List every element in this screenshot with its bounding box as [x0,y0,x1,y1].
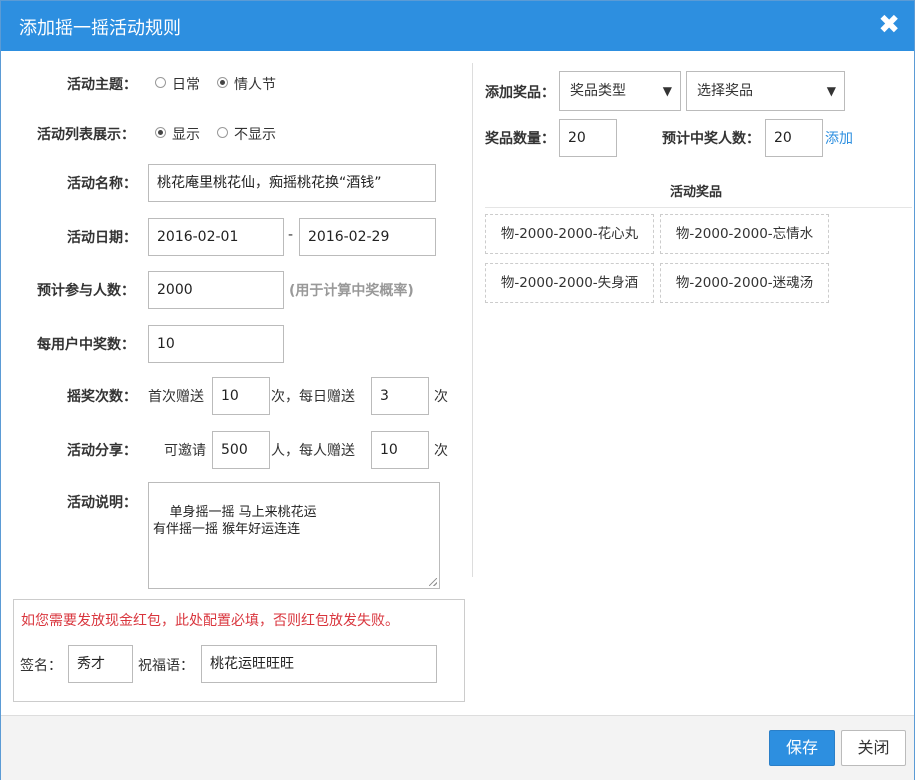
shake-first-input[interactable]: 10 [212,377,270,415]
participants-input[interactable]: 2000 [148,271,284,309]
name-label: 活动名称： [67,176,137,192]
shake-times-label: 摇奖次数： [67,389,137,405]
blessing-input[interactable]: 桃花运旺旺旺 [201,645,437,683]
signature-label: 签名： [20,658,62,674]
column-divider [472,63,473,577]
share-gift-input[interactable]: 10 [371,431,429,469]
participants-hint: (用于计算中奖概率) [289,283,414,299]
description-text: 单身摇一摇 马上来桃花运 有伴摇一摇 猴年好运连连 [153,505,317,537]
prize-type-select[interactable]: 奖品类型 ▼ [559,71,681,111]
per-user-wins-label: 每用户中奖数： [37,337,135,353]
prize-select[interactable]: 选择奖品 ▼ [686,71,845,111]
share-invite-input[interactable]: 500 [212,431,270,469]
prize-item[interactable]: 物-2000-2000-迷魂汤 [660,263,829,303]
prize-qty-label: 奖品数量： [485,131,555,147]
prizes-section-title: 活动奖品 [670,185,723,200]
save-button[interactable]: 保存 [769,730,835,766]
close-icon[interactable]: ✖ [878,10,900,40]
description-label: 活动说明： [67,495,137,511]
add-prize-label: 添加奖品： [485,85,555,101]
blessing-label: 祝福语： [138,658,194,674]
list-display-option-hide[interactable]: 不显示 [234,124,276,144]
theme-option-daily[interactable]: 日常 [172,74,200,94]
prize-item[interactable]: 物-2000-2000-花心丸 [485,214,654,254]
end-date-input[interactable]: 2016-02-29 [299,218,436,256]
list-display-radio-hide[interactable] [217,127,228,138]
theme-radio-daily[interactable] [155,77,166,88]
winners-input[interactable]: 20 [765,119,823,157]
prize-select-value: 选择奖品 [697,83,753,99]
shake-daily-input[interactable]: 3 [371,377,429,415]
shake-daily-text: 次，每日赠送 [271,389,355,405]
share-gift-text: 人，每人赠送 [271,443,355,459]
name-input[interactable]: 桃花庵里桃花仙，痴摇桃花换“酒钱” [148,164,436,202]
theme-radio-valentine[interactable] [217,77,228,88]
signature-input[interactable]: 秀才 [68,645,133,683]
chevron-down-icon: ▼ [662,84,672,98]
add-prize-link[interactable]: 添加 [825,128,853,148]
theme-label: 活动主题： [67,77,137,93]
prize-item[interactable]: 物-2000-2000-忘情水 [660,214,829,254]
shake-suffix: 次 [434,389,448,405]
start-date-input[interactable]: 2016-02-01 [148,218,284,256]
participants-label: 预计参与人数： [37,283,135,299]
per-user-wins-input[interactable]: 10 [148,325,284,363]
share-suffix: 次 [434,443,448,459]
dialog-titlebar: 添加摇一摇活动规则 ✖ [1,1,914,51]
theme-option-valentine[interactable]: 情人节 [234,74,276,94]
redpacket-warning: 如您需要发放现金红包，此处配置必填，否则红包放发失败。 [21,613,399,629]
close-button[interactable]: 关闭 [841,730,906,766]
prize-type-value: 奖品类型 [570,83,626,99]
chevron-down-icon: ▼ [826,84,836,98]
list-display-radio-show[interactable] [155,127,166,138]
prizes-section-divider [485,207,912,208]
date-separator: - [288,227,294,243]
dialog-footer: 保存 关闭 [1,715,914,780]
prize-qty-input[interactable]: 20 [559,119,617,157]
shake-first-prefix: 首次赠送 [148,389,204,405]
winners-label: 预计中奖人数： [662,131,760,147]
share-label: 活动分享： [67,443,137,459]
share-invite-prefix: 可邀请 [164,443,206,459]
date-label: 活动日期： [67,230,137,246]
rule-dialog: 添加摇一摇活动规则 ✖ 活动主题： 日常 情人节 活动列表展示： 显示 不显示 … [0,0,915,780]
resize-handle-icon[interactable] [429,578,437,586]
list-display-option-show[interactable]: 显示 [172,124,200,144]
list-display-label: 活动列表展示： [37,127,135,143]
dialog-title: 添加摇一摇活动规则 [19,18,181,39]
description-textarea[interactable]: 单身摇一摇 马上来桃花运 有伴摇一摇 猴年好运连连 [148,482,440,589]
prize-item[interactable]: 物-2000-2000-失身酒 [485,263,654,303]
